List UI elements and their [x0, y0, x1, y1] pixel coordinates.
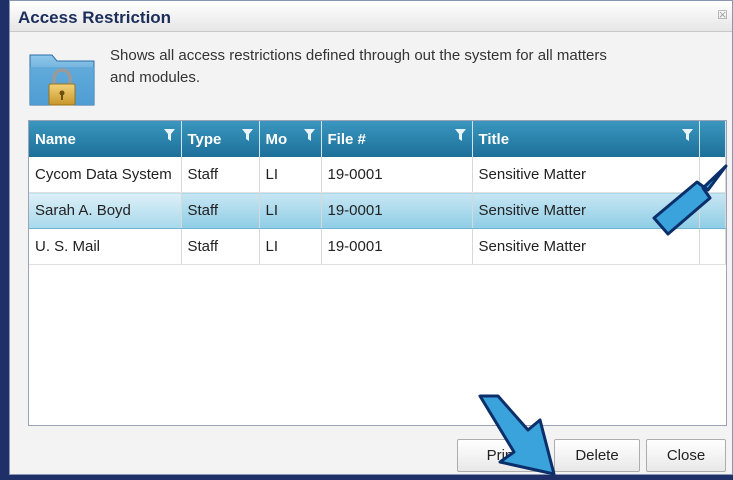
close-icon[interactable]: ☒ — [717, 8, 728, 22]
filter-icon[interactable] — [163, 128, 175, 142]
filter-icon[interactable] — [681, 128, 693, 142]
cell-module: LI — [259, 157, 322, 193]
cell-module: LI — [259, 228, 322, 265]
column-header-title[interactable]: Title — [472, 121, 700, 157]
column-label: Mo — [265, 130, 288, 148]
column-label: Title — [478, 130, 510, 148]
close-button[interactable]: Close — [646, 439, 726, 472]
table-row[interactable]: Cycom Data System Staff LI 19-0001 Sensi… — [29, 157, 726, 193]
cell-file: 19-0001 — [321, 157, 473, 193]
access-restriction-grid[interactable]: Name Type Mo File # Title Cycom Data Sys… — [28, 120, 727, 426]
dialog-description: Shows all access restrictions defined th… — [110, 47, 607, 86]
cell-type: Staff — [181, 157, 260, 193]
column-label: Name — [35, 130, 76, 148]
cell-file: 19-0001 — [321, 228, 473, 265]
access-restriction-dialog: Access Restriction ☒ Shows all access re… — [9, 0, 733, 475]
dialog-titlebar[interactable]: Access Restriction ☒ — [10, 1, 732, 32]
column-header-name[interactable]: Name — [29, 121, 182, 157]
cell-module: LI — [259, 192, 322, 229]
grid-header-row: Name Type Mo File # Title — [29, 121, 726, 157]
filter-icon[interactable] — [454, 128, 466, 142]
column-header-file[interactable]: File # — [321, 121, 473, 157]
cell-file: 19-0001 — [321, 192, 473, 229]
dialog-title: Access Restriction — [18, 8, 172, 27]
filter-icon[interactable] — [241, 128, 253, 142]
table-row[interactable]: U. S. Mail Staff LI 19-0001 Sensitive Ma… — [29, 228, 726, 265]
column-header-spacer — [699, 121, 726, 157]
column-header-module[interactable]: Mo — [259, 121, 322, 157]
pointer-arrow-icon — [652, 164, 728, 236]
cell-type: Staff — [181, 192, 260, 229]
filter-icon[interactable] — [303, 128, 315, 142]
pointer-arrow-icon — [478, 394, 556, 476]
column-header-type[interactable]: Type — [181, 121, 260, 157]
cell-type: Staff — [181, 228, 260, 265]
cell-name: Sarah A. Boyd — [29, 192, 182, 229]
column-label: File # — [327, 130, 366, 148]
table-row-selected[interactable]: Sarah A. Boyd Staff LI 19-0001 Sensitive… — [29, 192, 726, 229]
cell-name: U. S. Mail — [29, 228, 182, 265]
cell-name: Cycom Data System — [29, 157, 182, 193]
column-label: Type — [187, 130, 222, 148]
folder-lock-icon — [29, 54, 95, 106]
